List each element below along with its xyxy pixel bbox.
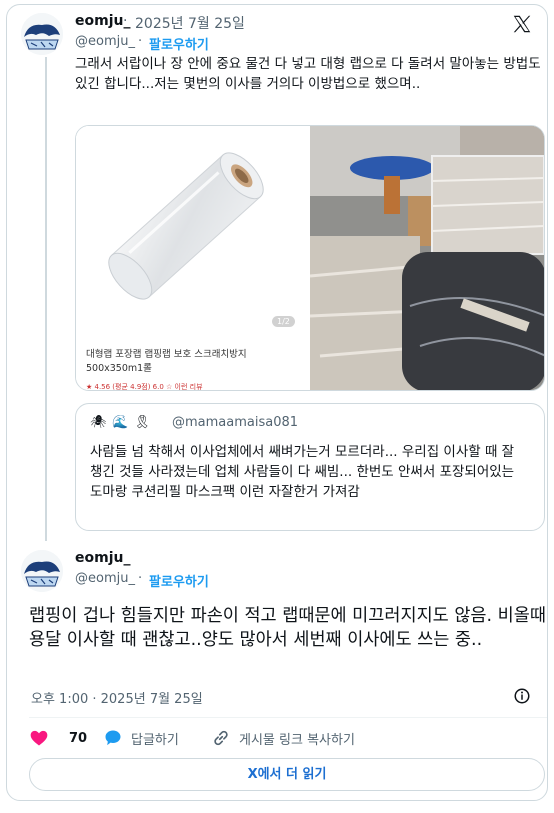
separator-dot: · — [138, 571, 143, 586]
copy-link-button[interactable]: 게시물 링크 복사하기 — [211, 727, 355, 749]
product-image[interactable]: 1/2 대형랩 포장랩 랩핑랩 보호 스크래치방지 500x350m1롤 ★ 4… — [76, 126, 308, 391]
author-handle[interactable]: @eomju_ — [75, 34, 135, 49]
like-count: 70 — [69, 730, 88, 746]
quoted-tweet[interactable]: 🕷 🌊 🎗 @mamaamaisa081 사람들 넘 착해서 이사업체에서 쌔벼… — [75, 403, 545, 531]
wrapped-furniture-photo[interactable] — [309, 126, 544, 390]
author-name[interactable]: eomju_ — [75, 550, 130, 566]
heart-icon — [30, 730, 48, 746]
tweet-text: 그래서 서랍이나 장 안에 중요 물건 다 넣고 대형 랩으로 다 돌려서 말아… — [75, 56, 541, 92]
follow-button[interactable]: 팔로우하기 — [149, 34, 209, 53]
quote-emoji: 🕷 — [90, 415, 107, 430]
main-tweet-text: 랩핑이 겁나 힘들지만 파손이 적고 랩때문에 미끄러지지도 않음. 비올때 용… — [29, 606, 546, 650]
page-indicator: 1/2 — [272, 316, 295, 327]
separator-dot: · — [123, 13, 128, 29]
quote-text: 사람들 넘 착해서 이사업체에서 쌔벼가는거 모르더라... 우리집 이사할 때… — [90, 444, 515, 500]
reply-button[interactable]: 답글하기 — [103, 727, 179, 749]
reply-label: 답글하기 — [131, 732, 179, 748]
action-bar: 70 답글하기 게시물 링크 복사하기 — [29, 727, 539, 749]
link-icon — [214, 730, 228, 746]
follow-button[interactable]: 팔로우하기 — [149, 571, 209, 590]
avatar[interactable] — [21, 550, 63, 592]
x-logo-icon[interactable] — [511, 13, 533, 35]
avatar[interactable] — [21, 13, 63, 55]
quote-handle[interactable]: @mamaamaisa081 — [172, 414, 298, 432]
media-grid[interactable]: 1/2 대형랩 포장랩 랩핑랩 보호 스크래치방지 500x350m1롤 ★ 4… — [75, 125, 545, 391]
thread-connector — [45, 57, 47, 541]
wrapped-furniture-image — [309, 126, 544, 390]
embedded-tweet-card: eomju_ · 2025년 7월 25일 @eomju_ · 팔로우하기 그래… — [6, 4, 548, 801]
tweet-date[interactable]: 2025년 7월 25일 — [135, 13, 245, 33]
like-button[interactable]: 70 — [29, 727, 87, 749]
quote-emoji: 🎗 — [134, 415, 151, 430]
separator-dot: · — [138, 34, 143, 49]
quote-emoji: 🌊 — [112, 415, 129, 430]
author-handle[interactable]: @eomju_ — [75, 571, 135, 586]
info-icon[interactable] — [513, 687, 531, 705]
speech-bubble-icon — [105, 730, 121, 746]
wrap-roll-image — [76, 126, 308, 346]
product-rating: ★ 4.56 (평균 4.9점) 6.0 ☆ 이런 리뷰 — [86, 383, 203, 391]
copy-link-label: 게시물 링크 복사하기 — [239, 732, 355, 748]
divider — [29, 717, 547, 718]
tweet-timestamp[interactable]: 오후 1:00 · 2025년 7월 25일 — [31, 688, 203, 707]
read-more-on-x-button[interactable]: X에서 더 읽기 — [29, 758, 545, 791]
product-title: 대형랩 포장랩 랩핑랩 보호 스크래치방지 500x350m1롤 — [86, 349, 247, 374]
